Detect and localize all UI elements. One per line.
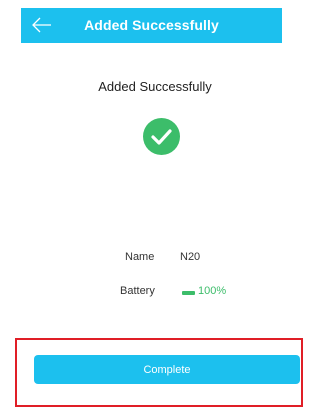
name-value: N20	[180, 251, 201, 263]
complete-button[interactable]: Complete	[34, 355, 300, 384]
battery-level-icon	[182, 291, 195, 295]
name-label: Name	[125, 251, 155, 263]
battery-value: 100%	[198, 285, 227, 297]
header-title: Added Successfully	[84, 17, 219, 33]
page-title: Added Successfully	[98, 79, 212, 94]
header-bar: Added Successfully	[21, 8, 282, 43]
added-successfully-screen: Added Successfully Added Successfully Na…	[0, 0, 310, 416]
check-circle-icon	[143, 118, 180, 155]
battery-label: Battery	[120, 285, 155, 297]
